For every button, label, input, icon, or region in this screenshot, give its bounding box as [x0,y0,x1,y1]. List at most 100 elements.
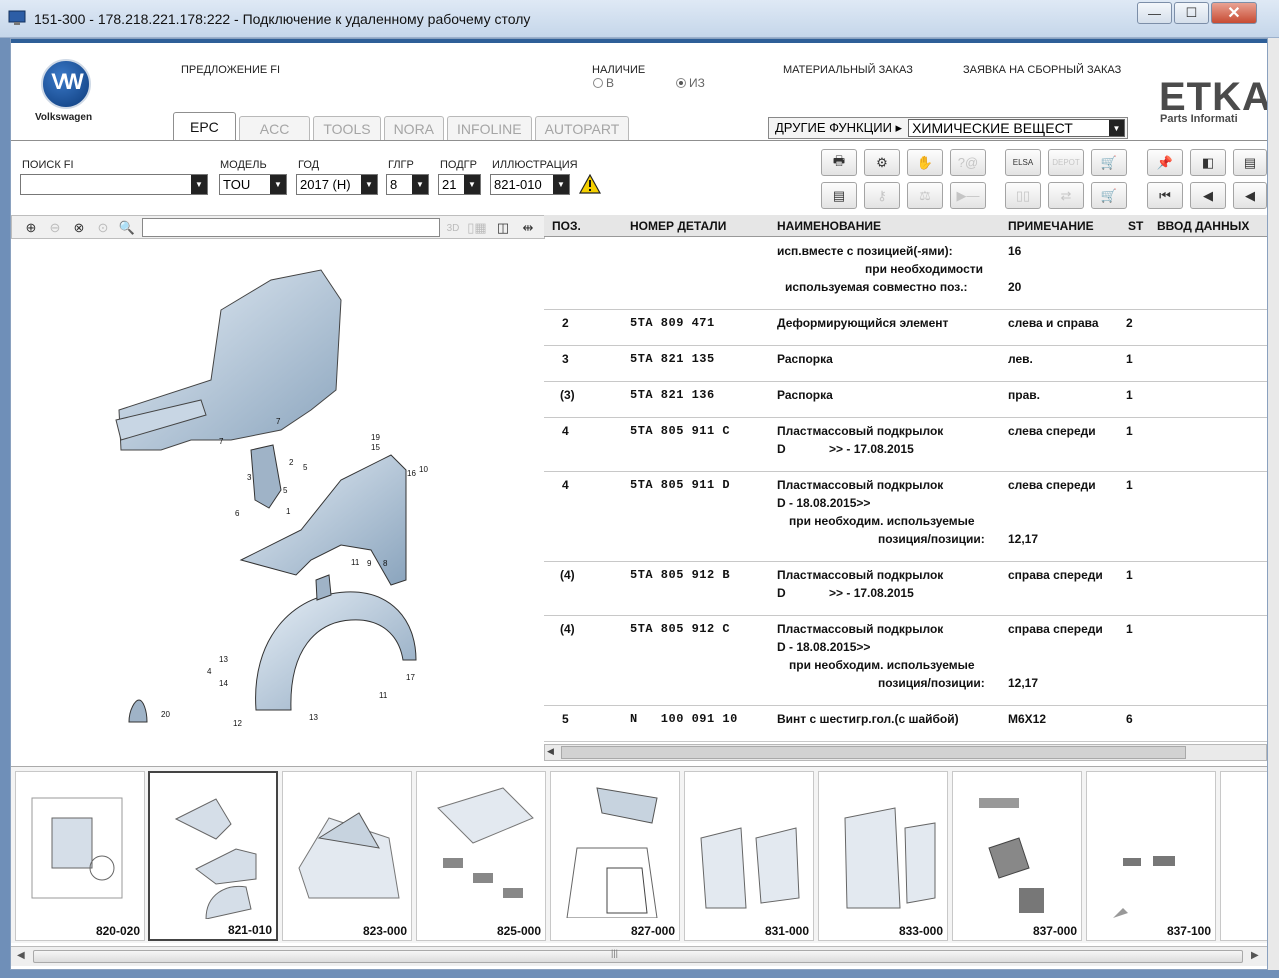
3d-icon[interactable]: 3D [442,218,464,238]
doc-icon[interactable]: ▤ [1233,149,1267,176]
tab-infoline[interactable]: INFOLINE [447,116,532,140]
scrollbar-thumb[interactable] [561,746,1186,759]
zoom-area-icon[interactable]: ⊙ [92,218,114,238]
material-order-link[interactable]: МАТЕРИАЛЬНЫЙ ЗАКАЗ [783,64,913,76]
chevron-down-icon[interactable]: ▼ [361,175,377,194]
cart-icon[interactable]: 🛒 [1091,149,1127,176]
thumbnail-837-100[interactable]: 837-100 [1086,771,1216,941]
tab-epc[interactable]: EPC [173,112,236,140]
print-icon[interactable]: 🖶 [821,149,857,176]
zoom-out-icon[interactable]: ⊖ [44,218,66,238]
col-name[interactable]: НАИМЕНОВАНИЕ [777,219,881,233]
maximize-button[interactable]: ☐ [1174,2,1209,24]
thumbnail-833-000[interactable]: 833-000 [818,771,948,941]
transfer-icon[interactable]: ⇄ [1048,182,1084,209]
table-horizontal-scrollbar[interactable]: ◀ [544,744,1267,761]
other-functions-label[interactable]: ДРУГИЕ ФУНКЦИИ ▸ [769,120,908,136]
help-search-icon[interactable]: ?@ [950,149,986,176]
chevron-down-icon[interactable]: ▼ [270,175,286,194]
search-icon[interactable]: 🔍 [116,218,138,238]
elsa-icon[interactable]: ELSA [1005,149,1041,176]
depot-icon[interactable]: DEPOT [1048,149,1084,176]
col-pos[interactable]: ПОЗ. [552,219,581,233]
back-icon[interactable]: ◀ [1233,182,1267,209]
key-icon[interactable]: ⚷ [864,182,900,209]
chevron-down-icon[interactable]: ▼ [412,175,428,194]
grid-icon[interactable]: ▯▦ [466,218,488,238]
thumbnail-825-000[interactable]: 825-000 [416,771,546,941]
minimize-button[interactable]: — [1137,2,1172,24]
scroll-right-icon[interactable]: ▶ [1251,950,1259,961]
radio-iz[interactable]: ИЗ [676,76,705,90]
play-icon[interactable]: ▶— [950,182,986,209]
radio-b[interactable]: В [593,76,614,90]
illustration-search-input[interactable] [142,218,440,237]
model-combo[interactable]: TOU ▼ [219,174,287,195]
table-row[interactable]: 4 5TA 805 911 C Пластмассовый подкрылок … [544,418,1267,472]
first-page-icon[interactable]: ⏮ [1147,182,1183,209]
service-icon[interactable]: ⚙ [864,149,900,176]
radio-b-dot[interactable] [593,78,603,88]
year-combo[interactable]: 2017 (H) ▼ [296,174,378,195]
resize-icon[interactable]: ⇹ [517,218,539,238]
thumbnail-820-020[interactable]: 820-020 [15,771,145,941]
scrollbar-thumb[interactable] [33,950,1243,963]
table-row[interactable]: (4) 5TA 805 912 C Пластмассовый подкрыло… [544,616,1267,706]
table-row[interactable]: (3) 5TA 821 136 Распорка прав. 1 [544,382,1267,418]
cart-add-icon[interactable]: 🛒 [1091,182,1127,209]
zoom-in-icon[interactable]: ⊕ [20,218,42,238]
thumb-drawing [844,807,936,909]
tab-nora[interactable]: NORA [383,116,445,140]
scale-icon[interactable]: ⚖ [907,182,943,209]
chevron-down-icon[interactable]: ▼ [191,175,207,194]
thumbnail-837-000[interactable]: 837-000 [952,771,1082,941]
glgr-combo[interactable]: 8 ▼ [386,174,429,195]
prev-page-icon[interactable]: ◀ [1190,182,1226,209]
tab-acc[interactable]: ACC [238,116,311,140]
close-button[interactable]: ✕ [1211,2,1257,24]
thumbnail-821-010[interactable]: 821-010 [148,771,278,941]
scroll-left-icon[interactable]: ◀ [17,950,25,961]
thumbnail-scrollbar[interactable]: ◀ ||| ▶ [11,946,1267,966]
table-row[interactable]: исп.вместе с позицией(-ями): при необход… [544,238,1267,310]
col-number[interactable]: НОМЕР ДЕТАЛИ [630,219,726,233]
thumbnail-823-000[interactable]: 823-000 [282,771,412,941]
thumbnail-827-000[interactable]: 827-000 [550,771,680,941]
table-row[interactable]: 3 5TA 821 135 Распорка лев. 1 [544,346,1267,382]
compare-icon[interactable]: ▯▯ [1005,182,1041,209]
search-fi-combo[interactable]: ▼ [20,174,208,195]
illustration-combo[interactable]: 821-010 ▼ [490,174,570,195]
radio-iz-dot[interactable] [676,78,686,88]
pin-icon[interactable]: 📌 [1147,149,1183,176]
chevron-down-icon[interactable]: ▼ [1109,120,1124,136]
table-row[interactable]: 2 5TA 809 471 Деформирующийся элемент сл… [544,310,1267,346]
thumbnail-831-000[interactable]: 831-000 [684,771,814,941]
window-vertical-scrollbar[interactable] [1268,38,1279,970]
other-functions-select[interactable]: ХИМИЧЕСКИЕ ВЕЩЕСТ ▼ [908,119,1125,137]
split-view-icon[interactable]: ◫ [492,218,514,238]
podgr-combo[interactable]: 21 ▼ [438,174,481,195]
row-qty: 2 [1126,316,1133,330]
col-input[interactable]: ВВОД ДАННЫХ [1157,219,1249,233]
assembly-order-link[interactable]: ЗАЯВКА НА СБОРНЫЙ ЗАКАЗ [963,64,1121,76]
col-st[interactable]: ST [1128,219,1143,233]
chevron-down-icon[interactable]: ▼ [464,175,480,194]
chevron-down-icon[interactable]: ▼ [553,175,569,194]
tab-tools[interactable]: TOOLS [313,116,381,140]
handshake-icon[interactable]: ✋ [907,149,943,176]
row-note: слева спереди [1008,424,1096,438]
table-row[interactable]: 4 5TA 805 911 D Пластмассовый подкрылок … [544,472,1267,562]
parts-illustration[interactable]: 7 2 5 19 15 10 16 7 3 5 6 1 11 9 8 13 4 … [11,240,544,765]
table-row[interactable]: 5 N 100 091 10 Винт с шестигр.гол.(с шай… [544,706,1267,742]
thumbnail-partial[interactable] [1220,771,1267,941]
list-icon[interactable]: ▤ [821,182,857,209]
table-row[interactable]: (4) 5TA 805 912 B Пластмассовый подкрыло… [544,562,1267,616]
zoom-fit-icon[interactable]: ⊗ [68,218,90,238]
offer-fi-link[interactable]: ПРЕДЛОЖЕНИЕ FI [181,64,280,76]
col-note[interactable]: ПРИМЕЧАНИЕ [1008,219,1094,233]
doc-back-icon[interactable]: ◧ [1190,149,1226,176]
tab-autopart[interactable]: AUTOPART [534,116,630,140]
thumbnail-label: 837-100 [1166,924,1211,938]
scroll-left-icon[interactable]: ◀ [547,746,554,757]
warning-icon[interactable] [579,174,601,194]
